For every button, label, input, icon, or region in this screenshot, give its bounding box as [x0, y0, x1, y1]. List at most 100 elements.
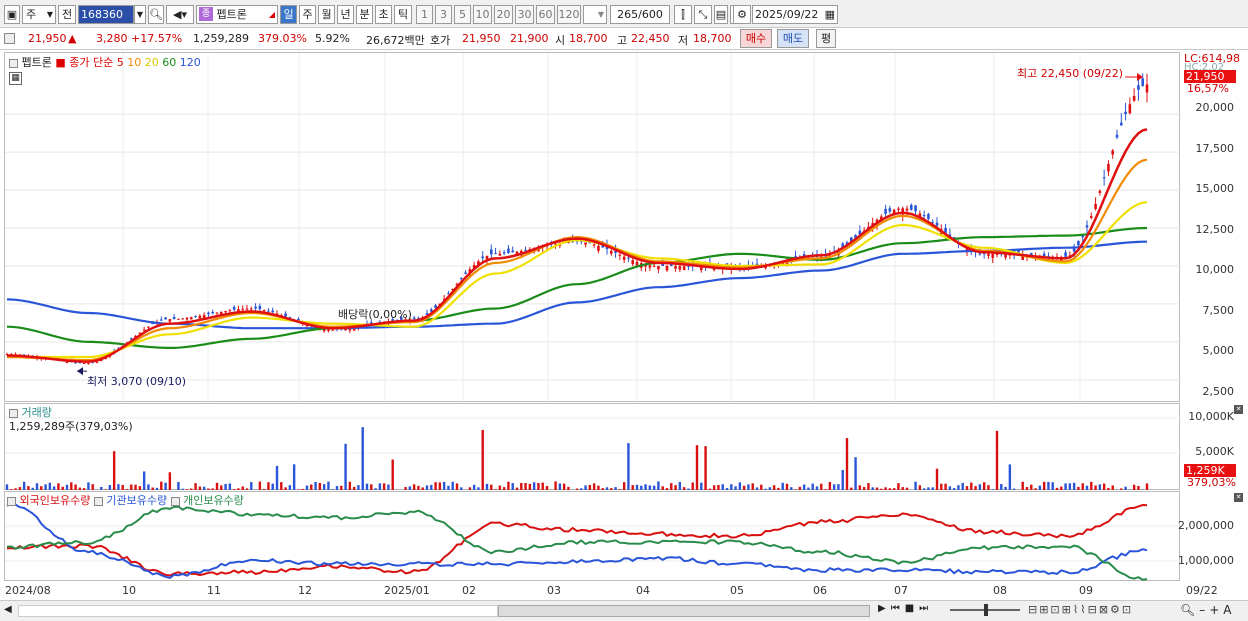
volume-bar	[280, 482, 283, 490]
price-panel[interactable]: 펩트론 ■ 종가 단순 5 10 20 60 120 ▦ 최고 22,450 (…	[4, 52, 1181, 403]
volume-bar	[627, 443, 630, 490]
stock-code-input[interactable]: 168360	[78, 5, 134, 24]
code-dropdown-icon[interactable]: ▼	[134, 5, 146, 24]
search-icon[interactable]: 🔍︎	[148, 5, 164, 24]
volume-bar	[194, 483, 197, 490]
period-second[interactable]: 초	[375, 5, 392, 24]
playback-controls[interactable]: ▶⏮■⏭	[878, 603, 933, 614]
interval-120[interactable]: 120	[557, 5, 581, 24]
period-week[interactable]: 주	[299, 5, 316, 24]
candle-body	[1132, 96, 1136, 101]
candle-body	[635, 261, 639, 266]
layout-icon[interactable]: ▣	[4, 5, 20, 24]
volume-bar	[1111, 485, 1114, 490]
candle-icon[interactable]: ⫿	[674, 5, 692, 24]
legend-marker-icon	[9, 408, 18, 418]
period-year[interactable]: 년	[337, 5, 354, 24]
volume-bar	[442, 481, 446, 490]
holdings-panel[interactable]: 외국인보유수량 기관보유수량 개인보유수량	[4, 491, 1181, 581]
volume-bar	[198, 486, 202, 490]
volume-bar	[168, 472, 172, 490]
x-label: 05	[730, 584, 744, 597]
interval-20[interactable]: 20	[494, 5, 513, 24]
checkbox-icon[interactable]	[4, 33, 15, 44]
count-field[interactable]: 265/600	[610, 5, 670, 24]
volume-bar	[807, 487, 810, 490]
hold-tick-1000000: 1,000,000	[1178, 554, 1234, 567]
volume-bar	[5, 484, 9, 490]
stock-name-field[interactable]: 종 펩트론 ◢	[196, 5, 278, 24]
volume-bar	[892, 488, 896, 490]
date-field[interactable]: 2025/09/22 ▦	[752, 5, 838, 24]
interval-dropdown[interactable]: ▼	[583, 5, 607, 24]
volume-bar	[404, 487, 407, 490]
eval-button[interactable]: 평	[816, 29, 836, 48]
draw-icon[interactable]: ⤡	[694, 5, 712, 24]
candle-body	[995, 254, 999, 256]
close-icon[interactable]: ✕	[1234, 493, 1243, 502]
calendar-icon[interactable]: ▦	[825, 6, 835, 23]
volume-bar	[438, 482, 442, 490]
chart-type-select[interactable]: 주 ▼	[22, 5, 56, 24]
scrollbar-track[interactable]	[18, 605, 498, 617]
buy-button[interactable]: 매수	[740, 29, 772, 48]
volume-panel[interactable]: 거래량 1,259,289주(379,03%)	[4, 403, 1181, 490]
volume-bar	[305, 485, 309, 490]
turnover-pct: 5.92%	[315, 32, 350, 45]
table-icon[interactable]: ▦	[9, 72, 22, 85]
volume-bar	[755, 487, 759, 490]
tool-icons[interactable]: ⊟⊞⊡⊞⌇⌇⊟⊠⚙⊡	[1028, 603, 1133, 616]
volume-bar	[434, 482, 437, 490]
price-y-axis: LC:614,98 HC:2,02 21,950 16,57% 20,000 1…	[1181, 52, 1248, 402]
volume-bar	[215, 482, 219, 490]
volume-bar	[1047, 481, 1050, 490]
low-price: 18,700	[693, 32, 732, 45]
gear-icon[interactable]: ⚙	[733, 5, 751, 24]
candle-body	[657, 265, 660, 270]
vol-tick-10000k: 10,000K	[1188, 410, 1234, 423]
volume-bar	[1004, 486, 1007, 490]
period-tick[interactable]: 틱	[394, 5, 412, 24]
volume-bar	[747, 484, 750, 490]
legend-marker-icon	[9, 58, 18, 68]
prev-button[interactable]: 전	[58, 5, 76, 24]
volume-bar	[781, 482, 784, 490]
save-icon[interactable]: ▤	[714, 5, 728, 24]
y-tick-5000: 5,000	[1202, 344, 1235, 357]
x-label: 11	[207, 584, 221, 597]
volume-bar	[678, 481, 682, 490]
sell-button[interactable]: 매도	[777, 29, 809, 48]
candle-body	[682, 266, 686, 271]
period-month[interactable]: 월	[318, 5, 335, 24]
x-label: 09	[1079, 584, 1093, 597]
low-label: 저	[678, 34, 689, 47]
interval-3[interactable]: 3	[435, 5, 452, 24]
zoom-icons[interactable]: 🔍︎–+A	[1180, 603, 1236, 617]
scroll-left-icon[interactable]: ◀	[4, 604, 12, 615]
interval-10[interactable]: 10	[473, 5, 492, 24]
x-axis: 2024/08 10 11 12 2025/01 02 03 04 05 06 …	[4, 582, 1180, 598]
sound-icon[interactable]: ◀▾	[166, 5, 194, 24]
change-value: 3,280	[96, 32, 128, 45]
volume-bar	[1124, 486, 1127, 490]
scrollbar-thumb[interactable]	[498, 605, 870, 617]
volume-bar	[1085, 485, 1089, 490]
interval-1[interactable]: 1	[416, 5, 433, 24]
x-label: 10	[122, 584, 136, 597]
interval-5[interactable]: 5	[454, 5, 471, 24]
interval-60[interactable]: 60	[536, 5, 555, 24]
volume-bar	[361, 427, 364, 490]
candle-body	[987, 253, 990, 256]
x-label: 06	[813, 584, 827, 597]
close-icon[interactable]: ✕	[1234, 405, 1243, 414]
period-minute[interactable]: 분	[356, 5, 373, 24]
chevron-down-icon: ▼	[46, 10, 53, 19]
volume-bar	[790, 487, 793, 490]
zoom-slider-handle[interactable]	[984, 604, 988, 616]
volume-bar	[978, 484, 982, 490]
period-day[interactable]: 일	[280, 5, 297, 24]
volume-bar	[52, 486, 56, 490]
volume-bar	[237, 488, 240, 490]
candle-body	[185, 317, 189, 320]
interval-30[interactable]: 30	[515, 5, 534, 24]
